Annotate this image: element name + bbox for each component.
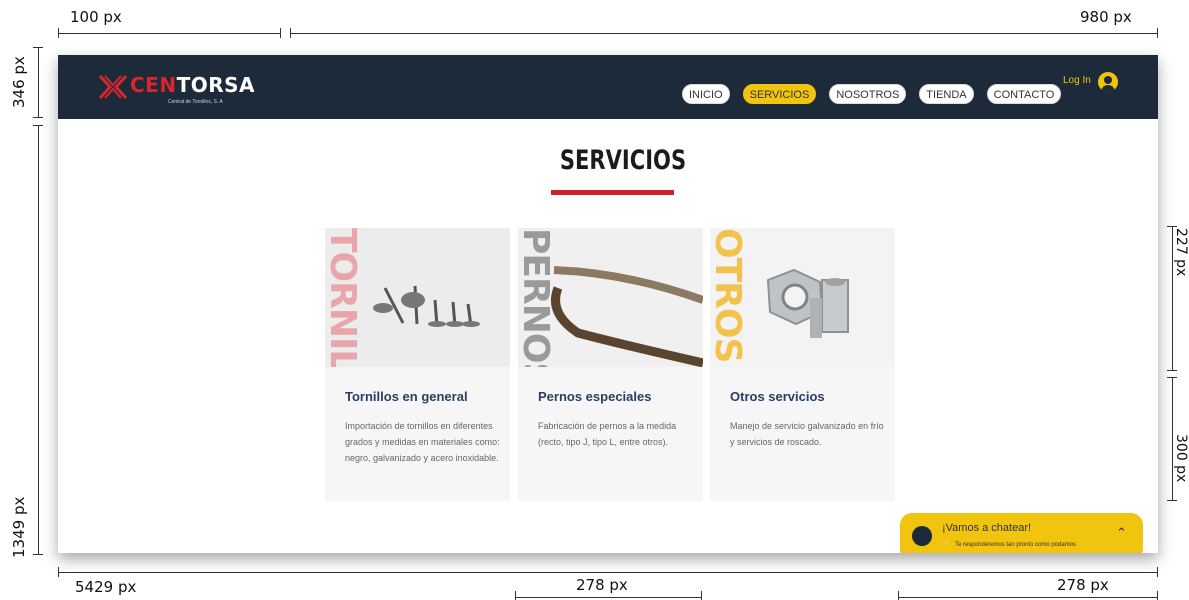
screws-icon: [373, 285, 480, 327]
nav-item-nosotros[interactable]: NOSOTROS: [829, 84, 907, 104]
dim-line-bottom-center: [515, 597, 701, 598]
dim-label-bottom-center: 278 px: [576, 576, 628, 594]
dim-tick: [1167, 377, 1177, 378]
dim-label-right-top: 227 px: [1173, 228, 1189, 277]
chat-title: ¡Vamos a chatear!: [942, 522, 1032, 534]
dim-tick: [1167, 370, 1177, 371]
dim-tick: [701, 591, 702, 600]
card-title: Otros servicios: [730, 389, 825, 404]
bolt-icon: ⚡: [942, 539, 952, 548]
chat-widget[interactable]: ¡Vamos a chatear! ⚡ Te responderemos tan …: [900, 513, 1143, 553]
card-title: Tornillos en general: [345, 389, 468, 404]
dim-tick: [33, 47, 43, 48]
login-link[interactable]: Log In: [1063, 75, 1091, 86]
page-title: SERVICIOS: [559, 145, 687, 176]
dim-tick: [1167, 226, 1177, 227]
dim-tick: [898, 591, 899, 600]
dim-tick: [290, 28, 291, 38]
nav-item-tienda[interactable]: TIENDA: [919, 84, 974, 104]
dim-line-top-left: [58, 33, 280, 34]
dim-line-bottom-right: [898, 597, 1158, 598]
dim-tick: [58, 567, 59, 577]
dim-line-bottom-full: [58, 572, 1158, 573]
logo[interactable]: CENTORSA Central de Tornillos, S. A: [98, 73, 256, 105]
dim-tick: [1167, 500, 1177, 501]
dim-tick: [33, 125, 43, 126]
service-card-otros[interactable]: OTROS Otros servicios Manejo de servicio…: [710, 228, 895, 501]
service-card-pernos[interactable]: PERNOS Pernos especiales Fabricación de …: [518, 228, 703, 501]
dim-tick: [280, 28, 281, 38]
dim-label-left-bottom: 1349 px: [10, 496, 28, 558]
card-title: Pernos especiales: [538, 389, 652, 404]
nuts-icon: [766, 268, 849, 338]
design-spec-canvas: 100 px 980 px 346 px 1349 px 227 px 300 …: [0, 0, 1189, 600]
dim-label-bottom-left: 5429 px: [75, 578, 137, 596]
logo-x-icon: [98, 74, 128, 100]
nav-item-inicio[interactable]: INICIO: [682, 84, 730, 104]
card-description: Manejo de servicio galvanizado en frío y…: [730, 421, 884, 447]
dim-tick: [33, 117, 43, 118]
chat-smile-icon: [912, 526, 932, 546]
bolts-icon: [551, 266, 703, 367]
logo-tagline: Central de Tornillos, S. A: [168, 99, 223, 105]
otros-image: OTROS: [710, 228, 895, 367]
dim-tick: [515, 591, 516, 600]
website-screenshot: CENTORSA Central de Tornillos, S. A INIC…: [58, 55, 1158, 553]
dim-tick: [1157, 567, 1158, 577]
card-description: Fabricación de pernos a la medida (recto…: [538, 421, 677, 447]
dim-tick: [1157, 28, 1158, 38]
site-header: CENTORSA Central de Tornillos, S. A INIC…: [58, 55, 1158, 119]
chevron-up-icon[interactable]: ⌃: [1116, 525, 1127, 541]
logo-wordmark: CENTORSA: [130, 73, 256, 97]
service-card-tornillos[interactable]: TORNILLOS Tornillos en general Importaci…: [325, 228, 510, 501]
card-description: Importación de tornillos en diferentes g…: [345, 421, 500, 463]
dim-tick: [1157, 591, 1158, 600]
dim-label-top-left: 100 px: [70, 8, 122, 26]
dim-line-left-top: [38, 47, 39, 117]
dim-tick: [33, 554, 43, 555]
main-nav: INICIO SERVICIOS NOSOTROS TIENDA CONTACT…: [682, 84, 1062, 104]
dim-line-top-right: [290, 33, 1158, 34]
dim-label-left-top: 346 px: [10, 56, 28, 108]
nav-item-servicios[interactable]: SERVICIOS: [742, 84, 817, 104]
dim-tick: [58, 28, 59, 38]
pernos-image: PERNOS: [518, 228, 703, 367]
nav-item-contacto[interactable]: CONTACTO: [986, 84, 1062, 104]
tornillos-image: TORNILLOS: [325, 228, 510, 367]
title-underline: [551, 190, 674, 195]
user-avatar-icon[interactable]: [1098, 72, 1118, 92]
dim-label-right-bottom: 300 px: [1173, 434, 1189, 483]
dim-label-top-right: 980 px: [1080, 8, 1132, 26]
dim-line-left-bottom: [38, 125, 39, 555]
chat-subtitle: ⚡ Te responderemos tan pronto como podamo…: [942, 539, 1077, 548]
dim-label-bottom-right: 278 px: [1057, 576, 1109, 594]
